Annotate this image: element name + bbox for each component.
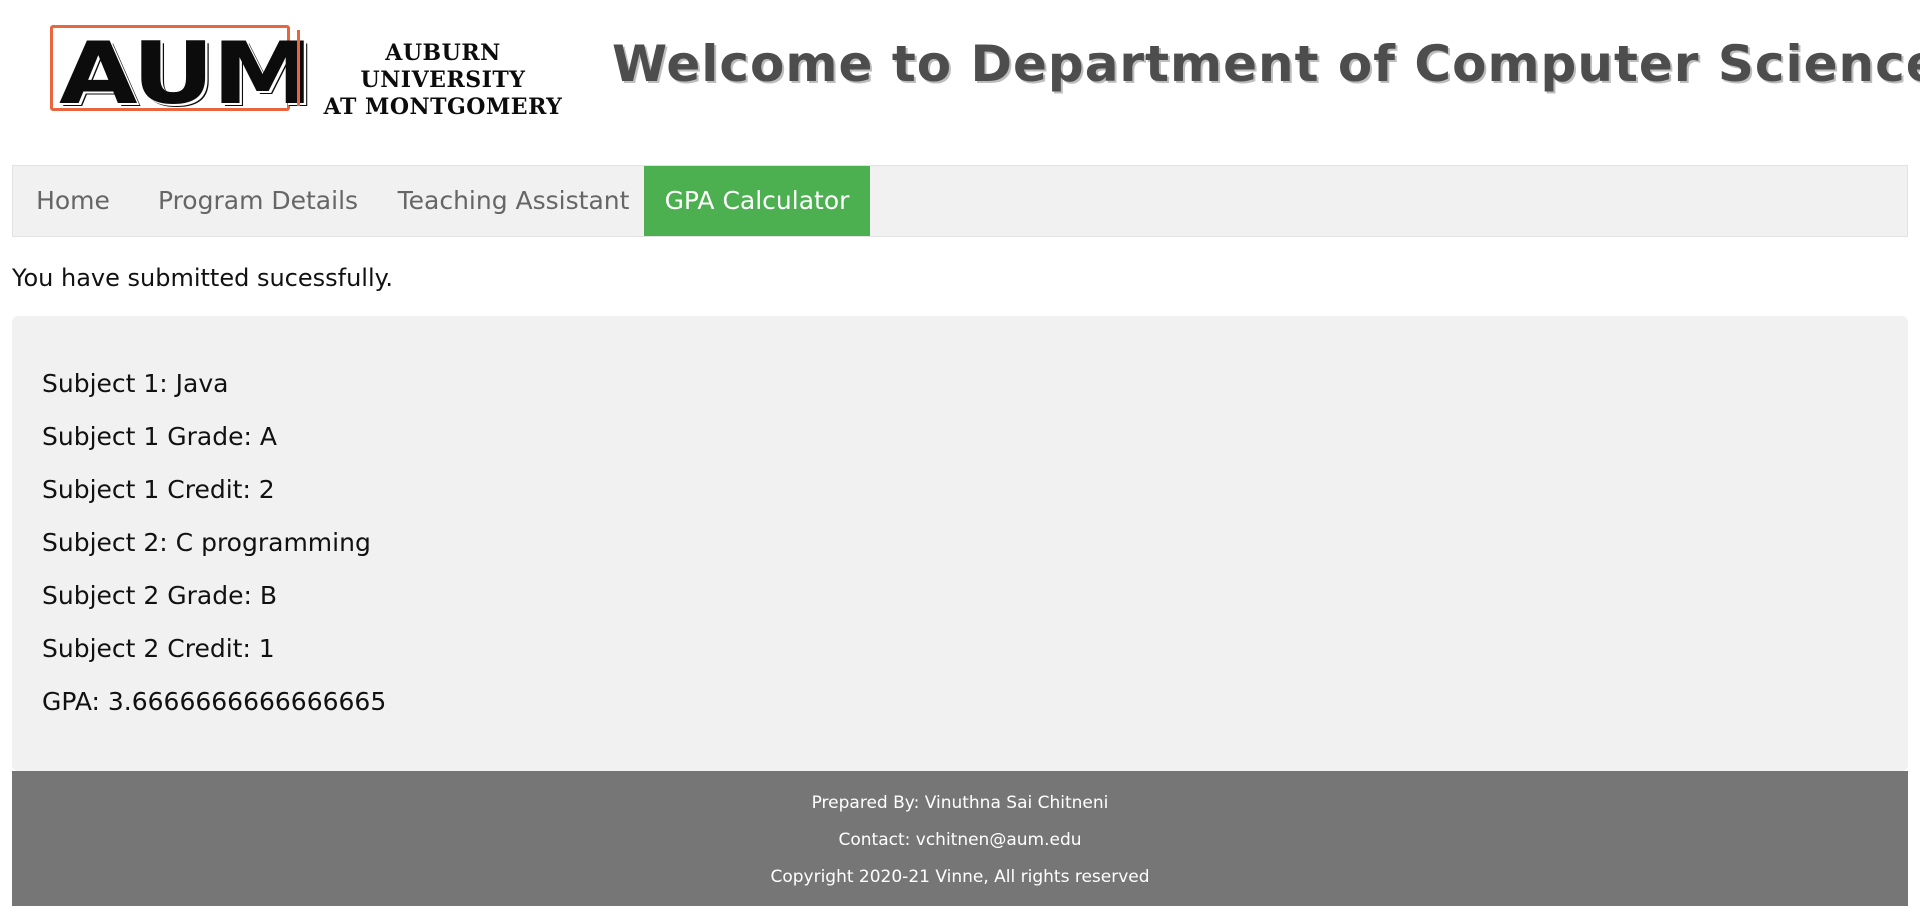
- result-panel: Subject 1: Java Subject 1 Grade: A Subje…: [12, 316, 1908, 771]
- subject-1-grade: Subject 1 Grade: A: [42, 422, 277, 451]
- subject-2-credit: Subject 2 Credit: 1: [42, 634, 275, 663]
- footer-copyright: Copyright 2020-21 Vinne, All rights rese…: [770, 867, 1150, 887]
- subject-1-name: Subject 1: Java: [42, 369, 229, 398]
- nav-item-home[interactable]: Home: [13, 166, 133, 236]
- nav-item-gpa-calculator[interactable]: GPA Calculator: [644, 166, 870, 236]
- logo-divider: [297, 30, 300, 106]
- subject-1-credit: Subject 1 Credit: 2: [42, 475, 275, 504]
- logo-line-2: AT MONTGOMERY: [323, 94, 563, 120]
- header: AUM AUBURN UNIVERSITY AT MONTGOMERY Welc…: [0, 0, 1920, 166]
- aum-logo: AUM AUBURN UNIVERSITY AT MONTGOMERY: [50, 22, 572, 124]
- subject-2-grade: Subject 2 Grade: B: [42, 581, 277, 610]
- subject-2-name: Subject 2: C programming: [42, 528, 371, 557]
- footer-contact: Contact: vchitnen@aum.edu: [838, 830, 1082, 850]
- success-message: You have submitted sucessfully.: [12, 264, 394, 292]
- footer-prepared-by: Prepared By: Vinuthna Sai Chitneni: [811, 793, 1109, 813]
- logo-line-1: AUBURN UNIVERSITY: [360, 40, 526, 93]
- main-nav: Home Program Details Teaching Assistant …: [12, 165, 1908, 237]
- footer: Prepared By: Vinuthna Sai Chitneni Conta…: [12, 771, 1908, 906]
- logo-wordmark: AUBURN UNIVERSITY AT MONTGOMERY: [314, 40, 572, 121]
- gpa-result: GPA: 3.6666666666666665: [42, 687, 387, 716]
- page: AUM AUBURN UNIVERSITY AT MONTGOMERY Welc…: [0, 0, 1920, 918]
- page-title: Welcome to Department of Computer Scienc…: [612, 35, 1920, 93]
- nav-item-teaching-assistant[interactable]: Teaching Assistant: [383, 166, 644, 236]
- logo-border: AUM: [50, 24, 313, 124]
- logo-mark: AUM: [59, 24, 313, 124]
- nav-item-program-details[interactable]: Program Details: [133, 166, 383, 236]
